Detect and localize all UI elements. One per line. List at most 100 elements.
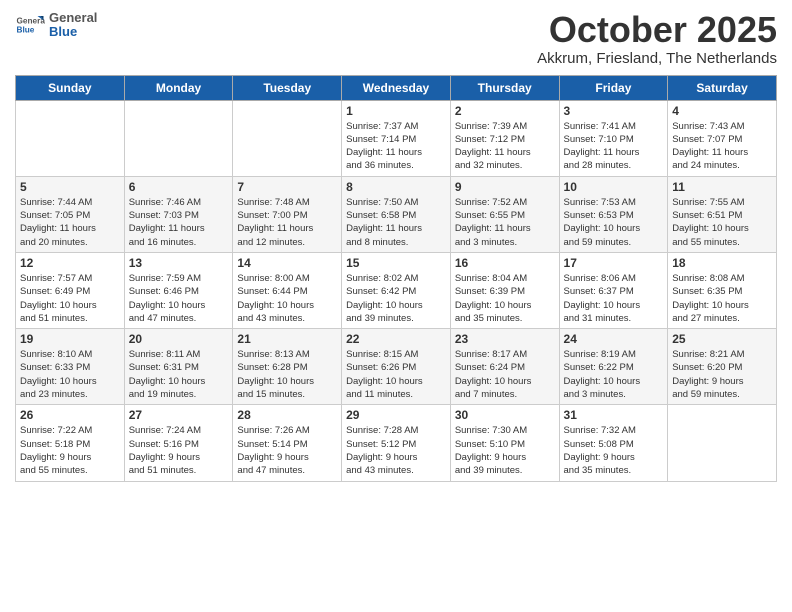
day-info: Sunrise: 8:15 AMSunset: 6:26 PMDaylight:… — [346, 348, 446, 401]
calendar-cell: 2 Sunrise: 7:39 AMSunset: 7:12 PMDaylight… — [450, 100, 559, 176]
day-number: 18 — [672, 256, 772, 270]
calendar-cell: 25 Sunrise: 8:21 AMSunset: 6:20 PMDayligh… — [668, 329, 777, 405]
day-number: 20 — [129, 332, 229, 346]
day-number: 25 — [672, 332, 772, 346]
calendar-cell: 9 Sunrise: 7:52 AMSunset: 6:55 PMDaylight… — [450, 176, 559, 252]
day-number: 5 — [20, 180, 120, 194]
day-info: Sunrise: 7:37 AMSunset: 7:14 PMDaylight:… — [346, 120, 446, 173]
day-number: 27 — [129, 408, 229, 422]
day-number: 12 — [20, 256, 120, 270]
calendar-cell: 10 Sunrise: 7:53 AMSunset: 6:53 PMDayligh… — [559, 176, 668, 252]
day-number: 7 — [237, 180, 337, 194]
calendar-cell: 8Sunrise: 7:50 AMSunset: 6:58 PMDaylight… — [342, 176, 451, 252]
day-info: Sunrise: 7:30 AMSunset: 5:10 PMDaylight:… — [455, 424, 555, 477]
day-number: 2 — [455, 104, 555, 118]
day-number: 4 — [672, 104, 772, 118]
day-number: 23 — [455, 332, 555, 346]
day-info: Sunrise: 8:13 AMSunset: 6:28 PMDaylight:… — [237, 348, 337, 401]
day-info: Sunrise: 7:32 AMSunset: 5:08 PMDaylight:… — [564, 424, 664, 477]
calendar-cell: 20 Sunrise: 8:11 AMSunset: 6:31 PMDayligh… — [124, 329, 233, 405]
weekday-header-friday: Friday — [559, 75, 668, 100]
day-info: Sunrise: 8:08 AMSunset: 6:35 PMDaylight:… — [672, 272, 772, 325]
day-number: 6 — [129, 180, 229, 194]
calendar-body: 1 Sunrise: 7:37 AMSunset: 7:14 PMDaylight… — [16, 100, 777, 481]
day-info: Sunrise: 8:10 AMSunset: 6:33 PMDaylight:… — [20, 348, 120, 401]
day-info: Sunrise: 7:59 AMSunset: 6:46 PMDaylight:… — [129, 272, 229, 325]
weekday-header-saturday: Saturday — [668, 75, 777, 100]
weekday-header-row: SundayMondayTuesdayWednesdayThursdayFrid… — [16, 75, 777, 100]
calendar-cell: 21 Sunrise: 8:13 AMSunset: 6:28 PMDayligh… — [233, 329, 342, 405]
day-info: Sunrise: 7:41 AMSunset: 7:10 PMDaylight:… — [564, 120, 664, 173]
svg-text:Blue: Blue — [17, 26, 35, 35]
calendar-cell: 1 Sunrise: 7:37 AMSunset: 7:14 PMDaylight… — [342, 100, 451, 176]
day-info: Sunrise: 7:39 AMSunset: 7:12 PMDaylight:… — [455, 120, 555, 173]
day-number: 9 — [455, 180, 555, 194]
calendar-cell: 14 Sunrise: 8:00 AMSunset: 6:44 PMDayligh… — [233, 252, 342, 328]
logo-icon: General Blue — [15, 10, 45, 40]
day-info: Sunrise: 7:28 AMSunset: 5:12 PMDaylight:… — [346, 424, 446, 477]
day-info: Sunrise: 8:02 AMSunset: 6:42 PMDaylight:… — [346, 272, 446, 325]
day-number: 14 — [237, 256, 337, 270]
page-container: General Blue General Blue October 2025 A… — [0, 0, 792, 492]
day-info: Sunrise: 7:53 AMSunset: 6:53 PMDaylight:… — [564, 196, 664, 249]
calendar-week-2: 5 Sunrise: 7:44 AMSunset: 7:05 PMDaylight… — [16, 176, 777, 252]
calendar-cell: 28Sunrise: 7:26 AMSunset: 5:14 PMDayligh… — [233, 405, 342, 481]
calendar-cell: 29 Sunrise: 7:28 AMSunset: 5:12 PMDayligh… — [342, 405, 451, 481]
calendar-cell: 23 Sunrise: 8:17 AMSunset: 6:24 PMDayligh… — [450, 329, 559, 405]
day-number: 31 — [564, 408, 664, 422]
day-number: 13 — [129, 256, 229, 270]
day-info: Sunrise: 7:43 AMSunset: 7:07 PMDaylight:… — [672, 120, 772, 173]
day-number: 21 — [237, 332, 337, 346]
calendar-cell: 31 Sunrise: 7:32 AMSunset: 5:08 PMDayligh… — [559, 405, 668, 481]
day-info: Sunrise: 7:52 AMSunset: 6:55 PMDaylight:… — [455, 196, 555, 249]
calendar-cell — [124, 100, 233, 176]
header: General Blue General Blue October 2025 A… — [15, 10, 777, 67]
day-number: 1 — [346, 104, 446, 118]
calendar-cell — [233, 100, 342, 176]
day-info: Sunrise: 7:26 AMSunset: 5:14 PMDaylight:… — [237, 424, 337, 477]
calendar-cell: 4 Sunrise: 7:43 AMSunset: 7:07 PMDaylight… — [668, 100, 777, 176]
day-info: Sunrise: 8:21 AMSunset: 6:20 PMDaylight:… — [672, 348, 772, 401]
day-info: Sunrise: 8:00 AMSunset: 6:44 PMDaylight:… — [237, 272, 337, 325]
calendar-week-1: 1 Sunrise: 7:37 AMSunset: 7:14 PMDaylight… — [16, 100, 777, 176]
weekday-header-monday: Monday — [124, 75, 233, 100]
calendar-cell: 16 Sunrise: 8:04 AMSunset: 6:39 PMDayligh… — [450, 252, 559, 328]
day-info: Sunrise: 8:19 AMSunset: 6:22 PMDaylight:… — [564, 348, 664, 401]
calendar-cell: 26Sunrise: 7:22 AMSunset: 5:18 PMDayligh… — [16, 405, 125, 481]
calendar-cell: 3Sunrise: 7:41 AMSunset: 7:10 PMDaylight… — [559, 100, 668, 176]
day-number: 24 — [564, 332, 664, 346]
day-info: Sunrise: 7:46 AMSunset: 7:03 PMDaylight:… — [129, 196, 229, 249]
day-number: 19 — [20, 332, 120, 346]
calendar-cell: 13 Sunrise: 7:59 AMSunset: 6:46 PMDayligh… — [124, 252, 233, 328]
calendar-cell: 18 Sunrise: 8:08 AMSunset: 6:35 PMDayligh… — [668, 252, 777, 328]
day-number: 29 — [346, 408, 446, 422]
calendar-week-5: 26Sunrise: 7:22 AMSunset: 5:18 PMDayligh… — [16, 405, 777, 481]
weekday-header-tuesday: Tuesday — [233, 75, 342, 100]
location: Akkrum, Friesland, The Netherlands — [537, 50, 777, 67]
day-number: 15 — [346, 256, 446, 270]
day-number: 10 — [564, 180, 664, 194]
calendar-cell: 30Sunrise: 7:30 AMSunset: 5:10 PMDayligh… — [450, 405, 559, 481]
day-info: Sunrise: 7:48 AMSunset: 7:00 PMDaylight:… — [237, 196, 337, 249]
calendar-cell: 7 Sunrise: 7:48 AMSunset: 7:00 PMDaylight… — [233, 176, 342, 252]
calendar-cell: 27 Sunrise: 7:24 AMSunset: 5:16 PMDayligh… — [124, 405, 233, 481]
day-number: 11 — [672, 180, 772, 194]
day-info: Sunrise: 7:57 AMSunset: 6:49 PMDaylight:… — [20, 272, 120, 325]
calendar-cell — [668, 405, 777, 481]
day-info: Sunrise: 7:44 AMSunset: 7:05 PMDaylight:… — [20, 196, 120, 249]
day-number: 17 — [564, 256, 664, 270]
calendar-cell: 12 Sunrise: 7:57 AMSunset: 6:49 PMDayligh… — [16, 252, 125, 328]
day-info: Sunrise: 8:06 AMSunset: 6:37 PMDaylight:… — [564, 272, 664, 325]
day-number: 8 — [346, 180, 446, 194]
calendar-cell: 22Sunrise: 8:15 AMSunset: 6:26 PMDayligh… — [342, 329, 451, 405]
day-number: 16 — [455, 256, 555, 270]
day-info: Sunrise: 8:11 AMSunset: 6:31 PMDaylight:… — [129, 348, 229, 401]
day-info: Sunrise: 8:17 AMSunset: 6:24 PMDaylight:… — [455, 348, 555, 401]
calendar-week-3: 12 Sunrise: 7:57 AMSunset: 6:49 PMDayligh… — [16, 252, 777, 328]
day-info: Sunrise: 8:04 AMSunset: 6:39 PMDaylight:… — [455, 272, 555, 325]
calendar-cell: 11 Sunrise: 7:55 AMSunset: 6:51 PMDayligh… — [668, 176, 777, 252]
day-info: Sunrise: 7:55 AMSunset: 6:51 PMDaylight:… — [672, 196, 772, 249]
day-info: Sunrise: 7:24 AMSunset: 5:16 PMDaylight:… — [129, 424, 229, 477]
logo-blue: Blue — [49, 25, 97, 39]
weekday-header-wednesday: Wednesday — [342, 75, 451, 100]
